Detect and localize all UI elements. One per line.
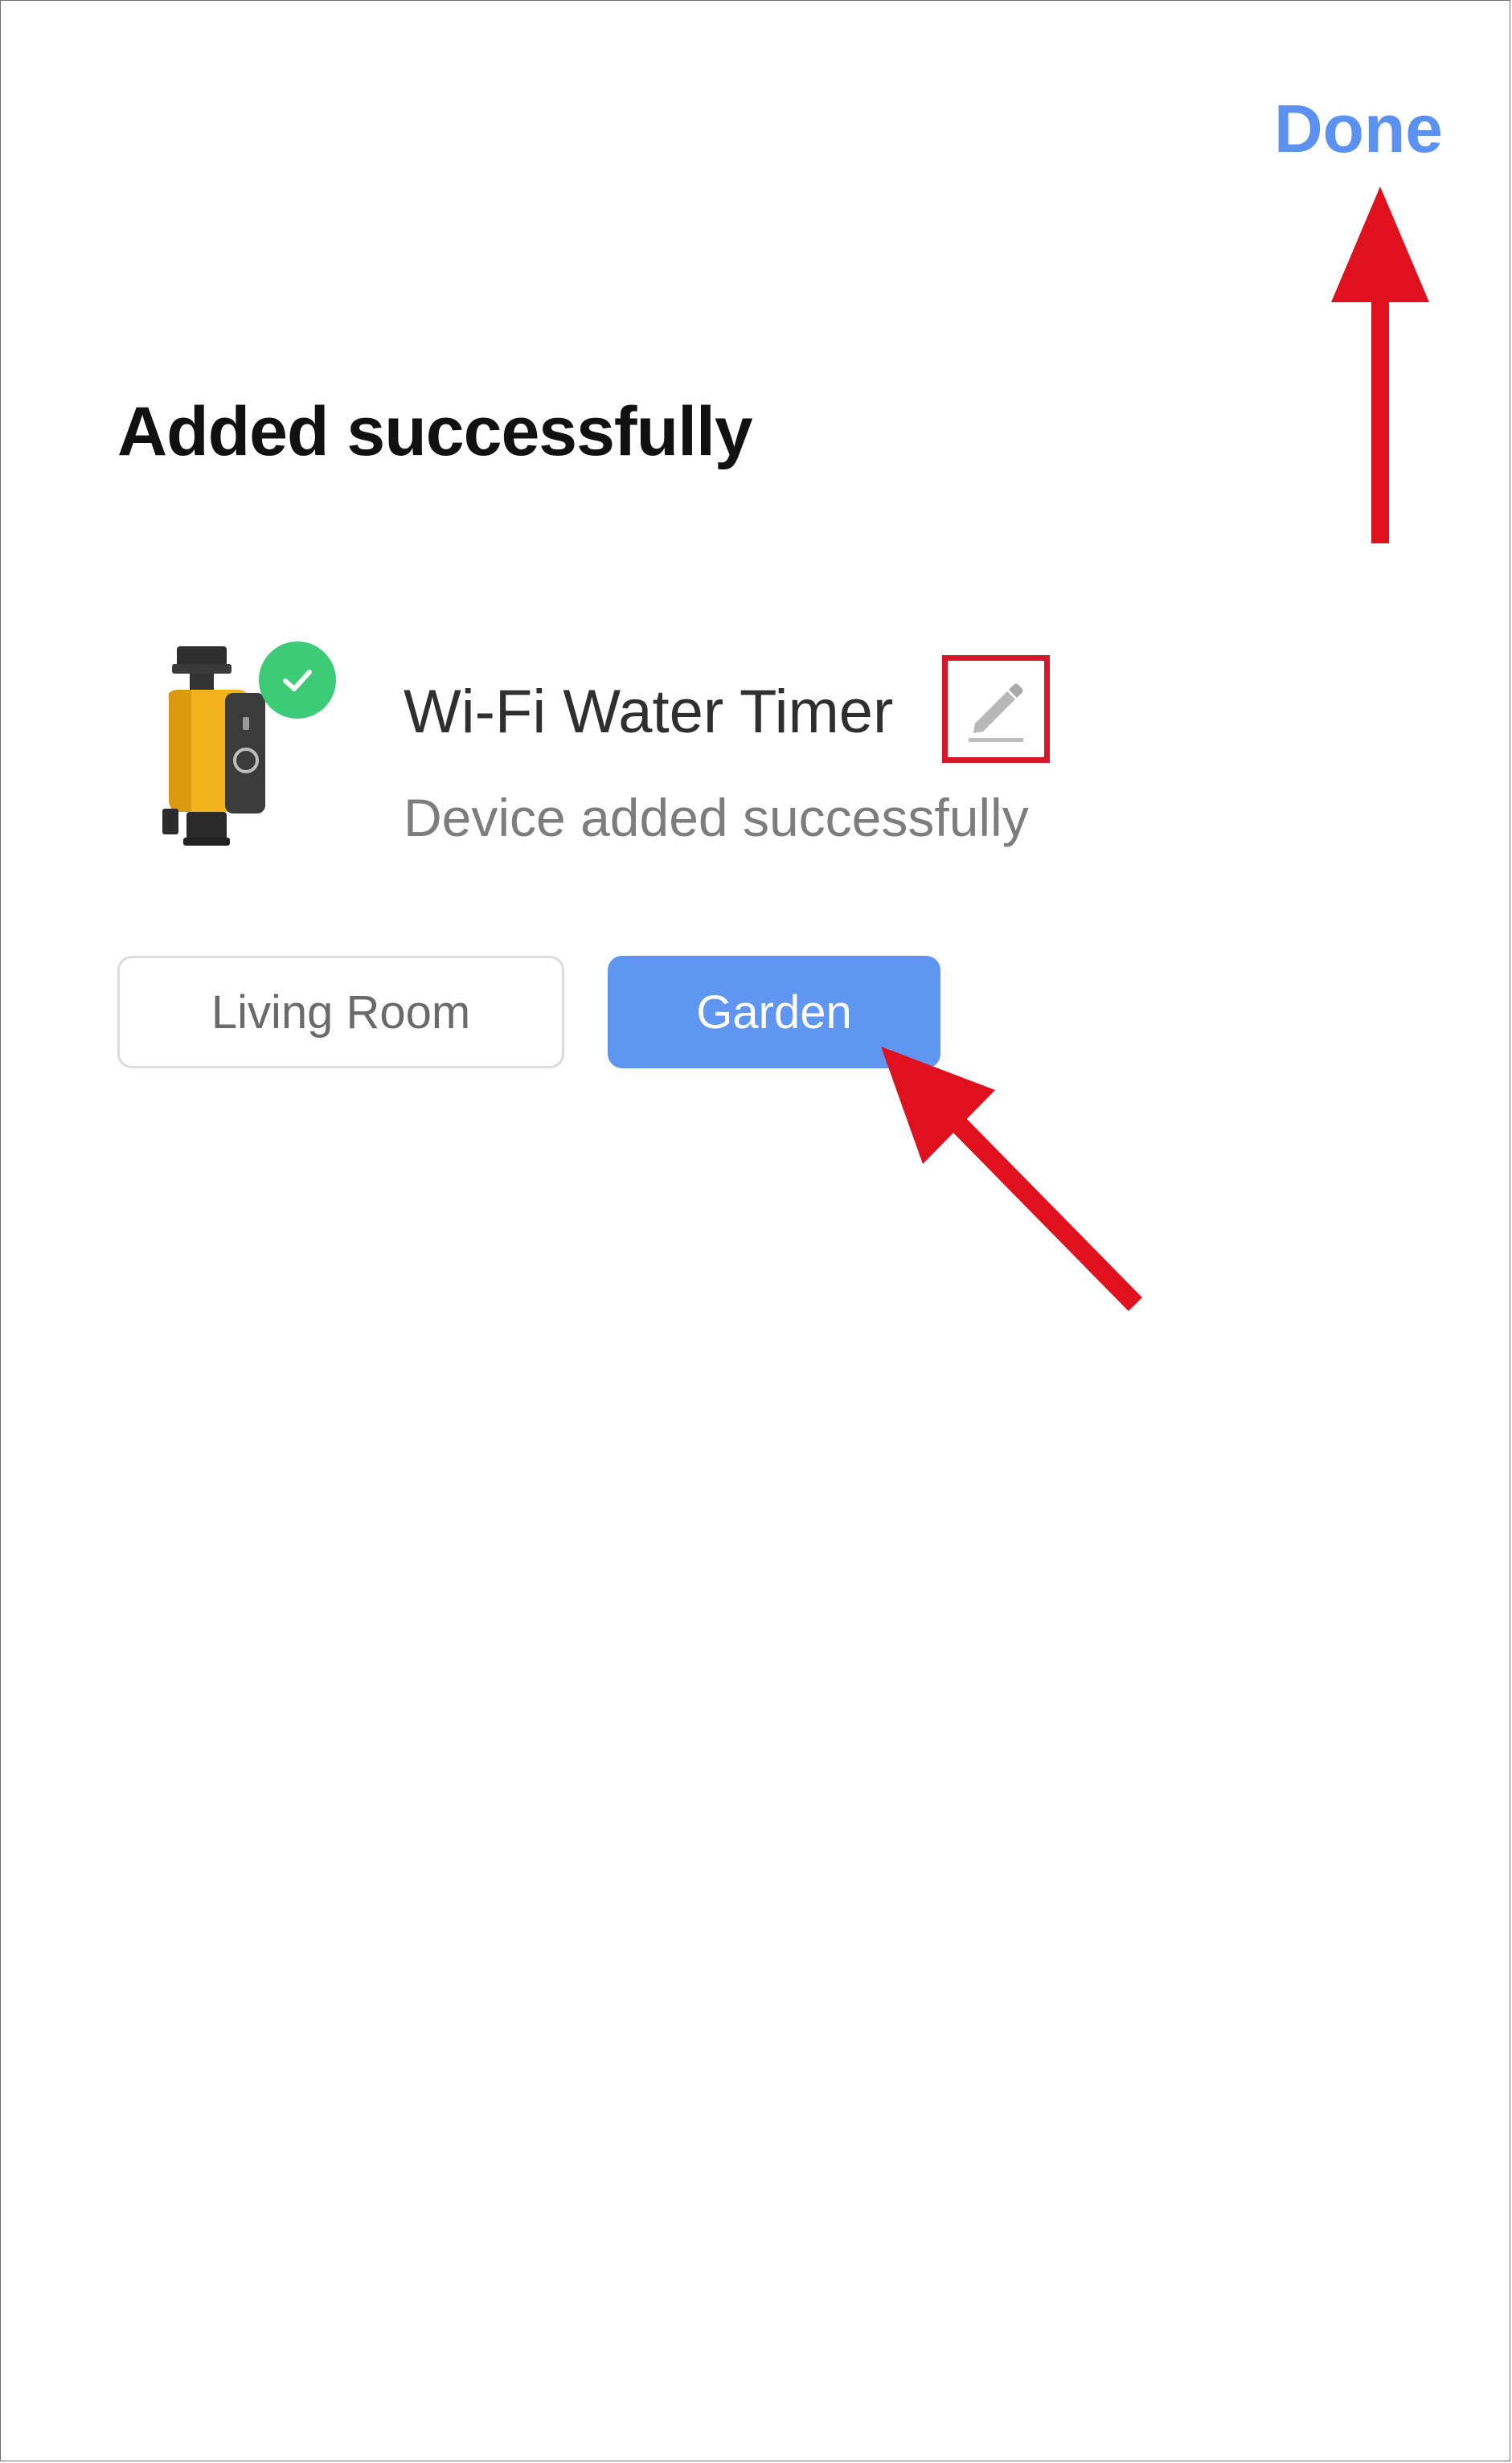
check-icon	[283, 670, 312, 691]
edit-name-button[interactable]	[942, 655, 1050, 763]
device-status: Device added successfully	[404, 788, 1029, 847]
done-button[interactable]: Done	[1274, 95, 1443, 162]
page-title: Added successfully	[117, 393, 753, 470]
success-check-badge	[259, 641, 336, 719]
device-name: Wi-Fi Water Timer	[404, 678, 894, 746]
pencil-icon	[969, 683, 1023, 742]
room-option-garden[interactable]: Garden	[608, 956, 940, 1068]
room-option-living-room[interactable]: Living Room	[117, 956, 564, 1068]
screen-frame	[0, 0, 1510, 2461]
